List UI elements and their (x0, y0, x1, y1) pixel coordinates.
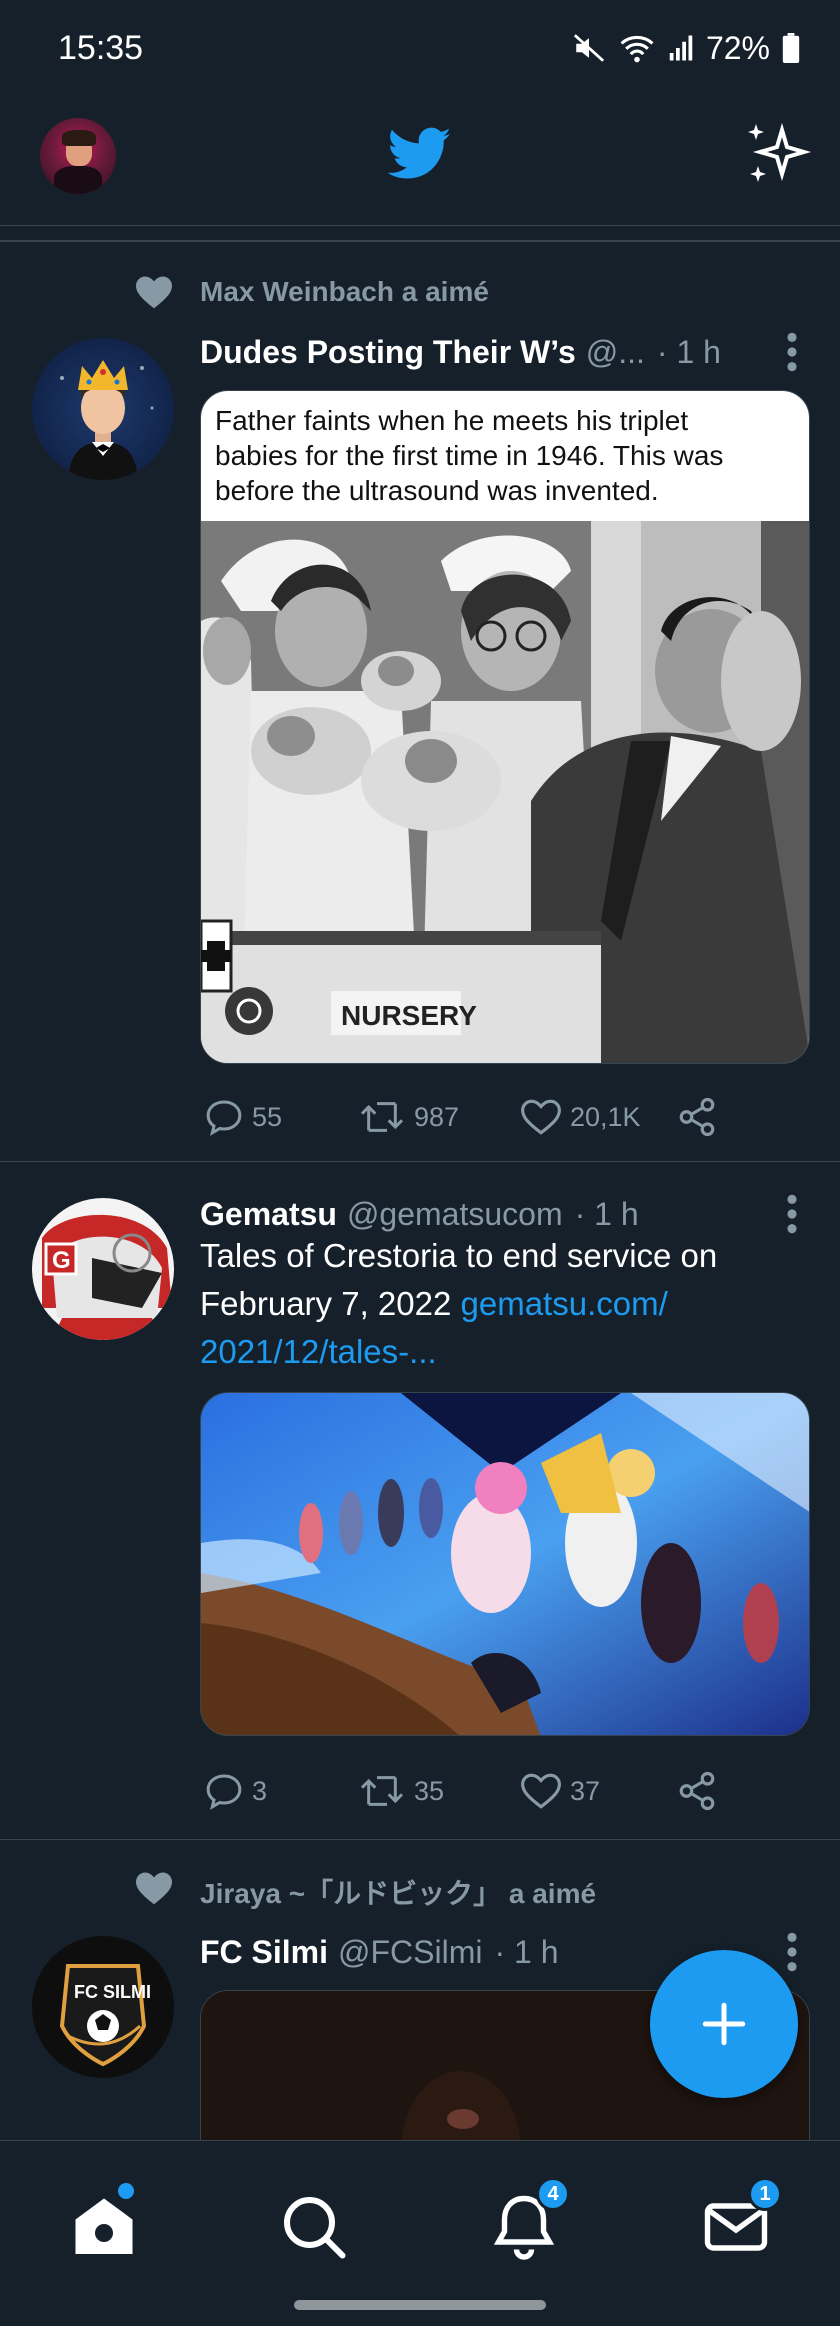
fc-silmi-crest: FC SILMI (59, 1964, 151, 2067)
retweet-button[interactable]: 35 (358, 1766, 444, 1816)
status-icons: 72% (572, 30, 800, 67)
tweet-time: · 1 h (494, 1933, 559, 1970)
share-icon (679, 1097, 715, 1137)
retweet-count: 35 (414, 1775, 445, 1806)
like-count: 20,1K (570, 1101, 641, 1132)
search-icon[interactable] (278, 2191, 350, 2263)
retweet-icon (360, 1776, 404, 1806)
heart-icon (136, 1872, 172, 1905)
tweet-media-image[interactable] (200, 1392, 810, 1736)
reply-count: 3 (252, 1775, 268, 1806)
share-button[interactable] (676, 1092, 718, 1142)
crowned-man-illustration (60, 360, 154, 480)
media-caption: Father faints when he meets his triplet … (215, 405, 724, 506)
more-options-icon[interactable] (782, 1930, 802, 1974)
tweet-actions: 3 35 37 (200, 1766, 760, 1816)
heart-icon (136, 276, 172, 309)
reply-count: 55 (252, 1101, 283, 1132)
author-name[interactable]: FC Silmi (200, 1934, 328, 1971)
more-options-icon[interactable] (782, 1192, 802, 1236)
like-icon (521, 1099, 561, 1135)
social-context: Max Weinbach a aimé (200, 276, 489, 307)
reply-button[interactable]: 3 (204, 1766, 267, 1816)
crest-text: FC SILMI (74, 1982, 151, 2002)
profile-avatar[interactable] (40, 118, 116, 194)
bottom-navigation: 4 1 (0, 2140, 840, 2326)
retweet-count: 987 (414, 1101, 460, 1132)
tweet-time: · 1 h (656, 333, 721, 370)
author-name[interactable]: Gematsu (200, 1196, 337, 1233)
vintage-photo: NURSERY (201, 521, 809, 1063)
battery-percent: 72% (705, 29, 770, 66)
author-handle[interactable]: @... (586, 334, 645, 371)
nursery-sign: NURSERY (341, 1000, 477, 1031)
wifi-icon (620, 35, 654, 63)
timeline-divider (0, 240, 840, 242)
more-options-icon[interactable] (782, 330, 802, 374)
avatar[interactable] (32, 338, 174, 480)
home-new-indicator (118, 2183, 134, 2199)
status-time: 15:35 (58, 28, 144, 67)
like-icon (521, 1773, 561, 1809)
reply-icon (206, 1100, 242, 1136)
compose-tweet-button[interactable] (650, 1950, 798, 2098)
social-context: Jiraya ~「ルドビック」 a aimé (200, 1878, 597, 1909)
home-icon[interactable] (68, 2191, 140, 2263)
tweet-media-image[interactable]: Father faints when he meets his triplet … (200, 390, 810, 1064)
like-count: 37 (570, 1775, 601, 1806)
tweet[interactable]: G Gematsu @gematsucom · 1 h Tales of Cre… (0, 1162, 840, 1840)
tweet-header: Dudes Posting Their W’s @... · 1 h (200, 330, 800, 374)
tweet-text: Tales of Crestoria to end service on Feb… (200, 1232, 792, 1376)
helmet-mascot-illustration: G (42, 1214, 172, 1340)
author-handle[interactable]: @gematsucom (347, 1196, 563, 1233)
author-handle[interactable]: @FCSilmi (338, 1934, 482, 1971)
sparkle-icon[interactable] (740, 118, 812, 190)
twitter-bird-icon[interactable] (388, 126, 452, 182)
signal-icon (669, 35, 693, 61)
tweet-time: · 1 h (574, 1195, 639, 1232)
avatar[interactable]: G (32, 1198, 174, 1340)
reply-icon (206, 1774, 242, 1810)
share-button[interactable] (676, 1766, 718, 1816)
avatar[interactable]: FC SILMI (32, 1936, 174, 2078)
tweet[interactable]: Max Weinbach a aimé Dudes Posting Their … (0, 244, 840, 1162)
author-name[interactable]: Dudes Posting Their W’s (200, 334, 576, 371)
tweet-actions: 55 987 20,1K (200, 1092, 760, 1142)
like-button[interactable]: 37 (520, 1766, 600, 1816)
like-button[interactable]: 20,1K (520, 1092, 641, 1142)
tweet-header: Gematsu @gematsucom · 1 h (200, 1192, 800, 1236)
mute-icon (573, 34, 605, 62)
gesture-navigation-bar[interactable] (294, 2300, 546, 2310)
reply-button[interactable]: 55 (204, 1092, 282, 1142)
top-app-bar (0, 96, 840, 226)
share-icon (679, 1771, 715, 1811)
battery-icon (782, 33, 800, 63)
status-bar: 15:35 72% (0, 0, 840, 96)
notifications-badge: 4 (536, 2177, 570, 2211)
retweet-icon (360, 1102, 404, 1132)
plus-icon (702, 2002, 746, 2046)
messages-badge: 1 (748, 2177, 782, 2211)
anime-key-art (201, 1393, 809, 1735)
svg-text:G: G (52, 1247, 71, 1274)
retweet-button[interactable]: 987 (358, 1092, 459, 1142)
